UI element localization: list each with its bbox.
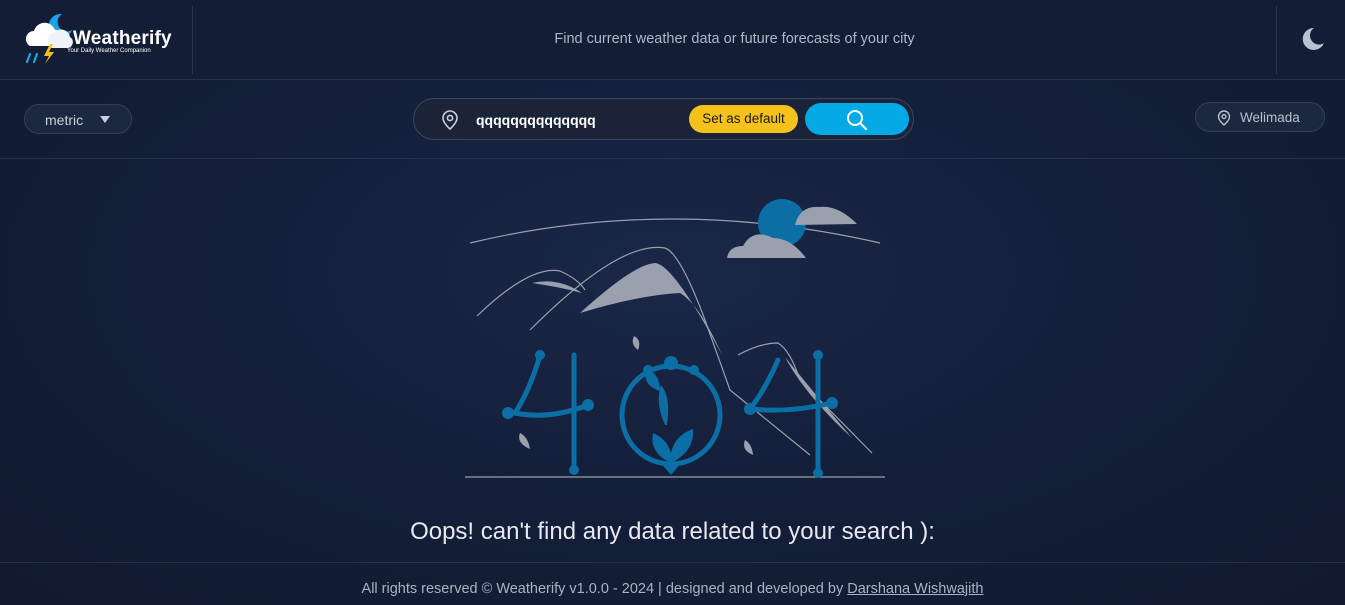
digit-zero-icon [619,336,723,475]
page-footer: All rights reserved © Weatherify v1.0.0 … [0,562,1345,605]
app-page: Weatherify Your Daily Weather Companion … [0,0,1345,605]
caret-down-icon [100,116,110,123]
location-label: Welimada [1240,110,1300,125]
app-logo[interactable]: Weatherify Your Daily Weather Companion [20,12,192,70]
app-header: Weatherify Your Daily Weather Companion … [0,0,1345,80]
footer-text: All rights reserved © Weatherify v1.0.0 … [0,581,1345,597]
location-pin-icon [1217,110,1231,126]
header-divider [1276,6,1277,74]
current-location-button[interactable]: Welimada [1195,102,1325,132]
theme-toggle-button[interactable] [1298,24,1328,54]
search-toolbar: metric Set as default Welimada [0,80,1345,159]
digit-four-icon [502,350,594,475]
location-pin-icon [442,110,458,131]
units-select[interactable]: metric [24,104,132,134]
weather-logo-icon [25,13,73,64]
logo-title: Weatherify [73,28,172,49]
copyright-text: All rights reserved © Weatherify v1.0.0 … [361,581,848,597]
search-button[interactable] [805,103,909,135]
not-found-message: Oops! can't find any data related to you… [410,518,935,545]
not-found-illustration [465,199,885,478]
search-icon [847,110,868,131]
page-tagline: Find current weather data or future fore… [554,31,915,47]
set-default-button[interactable]: Set as default [689,105,798,133]
moon-icon [1302,27,1324,50]
units-selected-value: metric [45,112,84,128]
digit-four-icon [744,350,838,478]
author-link[interactable]: Darshana Wishwajith [847,581,983,597]
logo-subtitle: Your Daily Weather Companion [67,48,151,54]
city-search-input[interactable] [476,110,686,130]
search-bar: Set as default [413,98,914,140]
